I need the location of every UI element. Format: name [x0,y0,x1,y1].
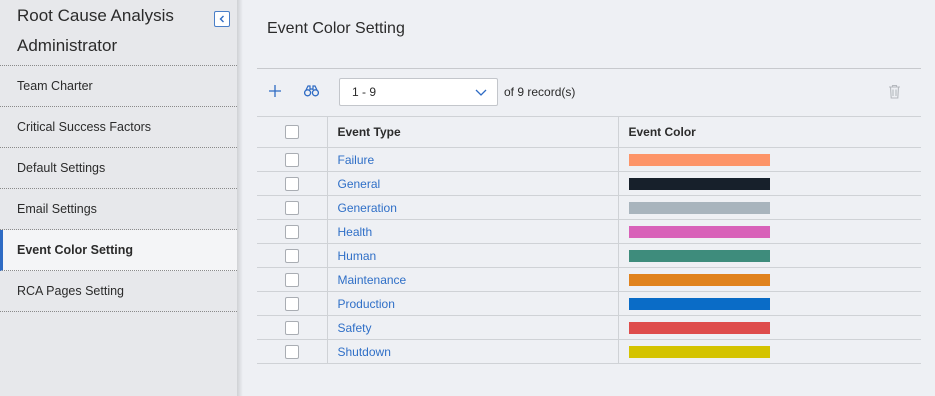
color-swatch [628,177,770,190]
event-type-link[interactable]: Safety [338,321,372,335]
title-divider [257,68,921,69]
row-checkbox[interactable] [285,248,299,263]
color-swatch [628,297,770,310]
table-row: Safety [257,315,921,340]
color-swatch [628,321,770,334]
table-row: Shutdown [257,339,921,364]
event-type-link[interactable]: Production [338,297,395,311]
sidebar-item-rca-pages-setting[interactable]: RCA Pages Setting [0,271,237,312]
event-type-link[interactable]: Shutdown [338,345,391,359]
add-button[interactable] [264,80,286,102]
table-row: General [257,171,921,196]
table-header-row: Event Type Event Color [257,116,921,148]
sidebar-item-email-settings[interactable]: Email Settings [0,189,237,230]
delete-button[interactable] [883,80,905,102]
sidebar-title: Root Cause Analysis Administrator [17,6,174,55]
sidebar: Root Cause Analysis Administrator Team C… [0,0,237,396]
event-type-link[interactable]: Failure [338,153,375,167]
column-header-event-color[interactable]: Event Color [618,116,921,148]
select-all-checkbox[interactable] [285,125,299,139]
row-checkbox[interactable] [285,272,299,287]
collapse-sidebar-button[interactable] [214,11,230,27]
color-swatch [628,273,770,286]
table-row: Human [257,243,921,268]
page-range-value: 1 - 9 [352,85,377,99]
plus-icon [269,85,281,97]
sidebar-item-default-settings[interactable]: Default Settings [0,148,237,189]
table-row: Failure [257,147,921,172]
event-type-link[interactable]: Health [338,225,373,239]
row-checkbox[interactable] [285,176,299,191]
event-color-table: Event Type Event Color Failure General G… [257,116,921,364]
chevron-down-icon [475,89,487,96]
column-header-event-type[interactable]: Event Type [327,116,619,148]
sidebar-header: Root Cause Analysis Administrator [0,0,237,66]
trash-icon [888,84,900,99]
row-checkbox[interactable] [285,200,299,215]
table-row: Production [257,291,921,316]
row-checkbox[interactable] [285,344,299,359]
sidebar-item-event-color-setting[interactable]: Event Color Setting [0,230,237,271]
table-row: Generation [257,195,921,220]
record-count: of 9 record(s) [504,85,576,99]
chevron-left-icon [219,15,224,23]
row-checkbox[interactable] [285,152,299,167]
color-swatch [628,153,770,166]
color-swatch [628,201,770,214]
event-type-link[interactable]: Maintenance [338,273,407,287]
row-checkbox[interactable] [285,296,299,311]
search-button[interactable] [300,80,322,102]
sidebar-item-critical-success-factors[interactable]: Critical Success Factors [0,107,237,148]
main-content: Event Color Setting 1 - 9 of 9 record(s) [243,0,935,396]
event-type-link[interactable]: Human [338,249,377,263]
table-row: Maintenance [257,267,921,292]
color-swatch [628,225,770,238]
color-swatch [628,345,770,358]
binoculars-icon [303,85,319,97]
page-range-select[interactable]: 1 - 9 [339,78,498,106]
color-swatch [628,249,770,262]
table-row: Health [257,219,921,244]
row-checkbox[interactable] [285,224,299,239]
grid-toolbar: 1 - 9 of 9 record(s) [257,76,921,108]
event-type-link[interactable]: General [338,177,381,191]
sidebar-item-team-charter[interactable]: Team Charter [0,66,237,107]
page-title: Event Color Setting [267,20,405,37]
event-type-link[interactable]: Generation [338,201,397,215]
row-checkbox[interactable] [285,320,299,335]
